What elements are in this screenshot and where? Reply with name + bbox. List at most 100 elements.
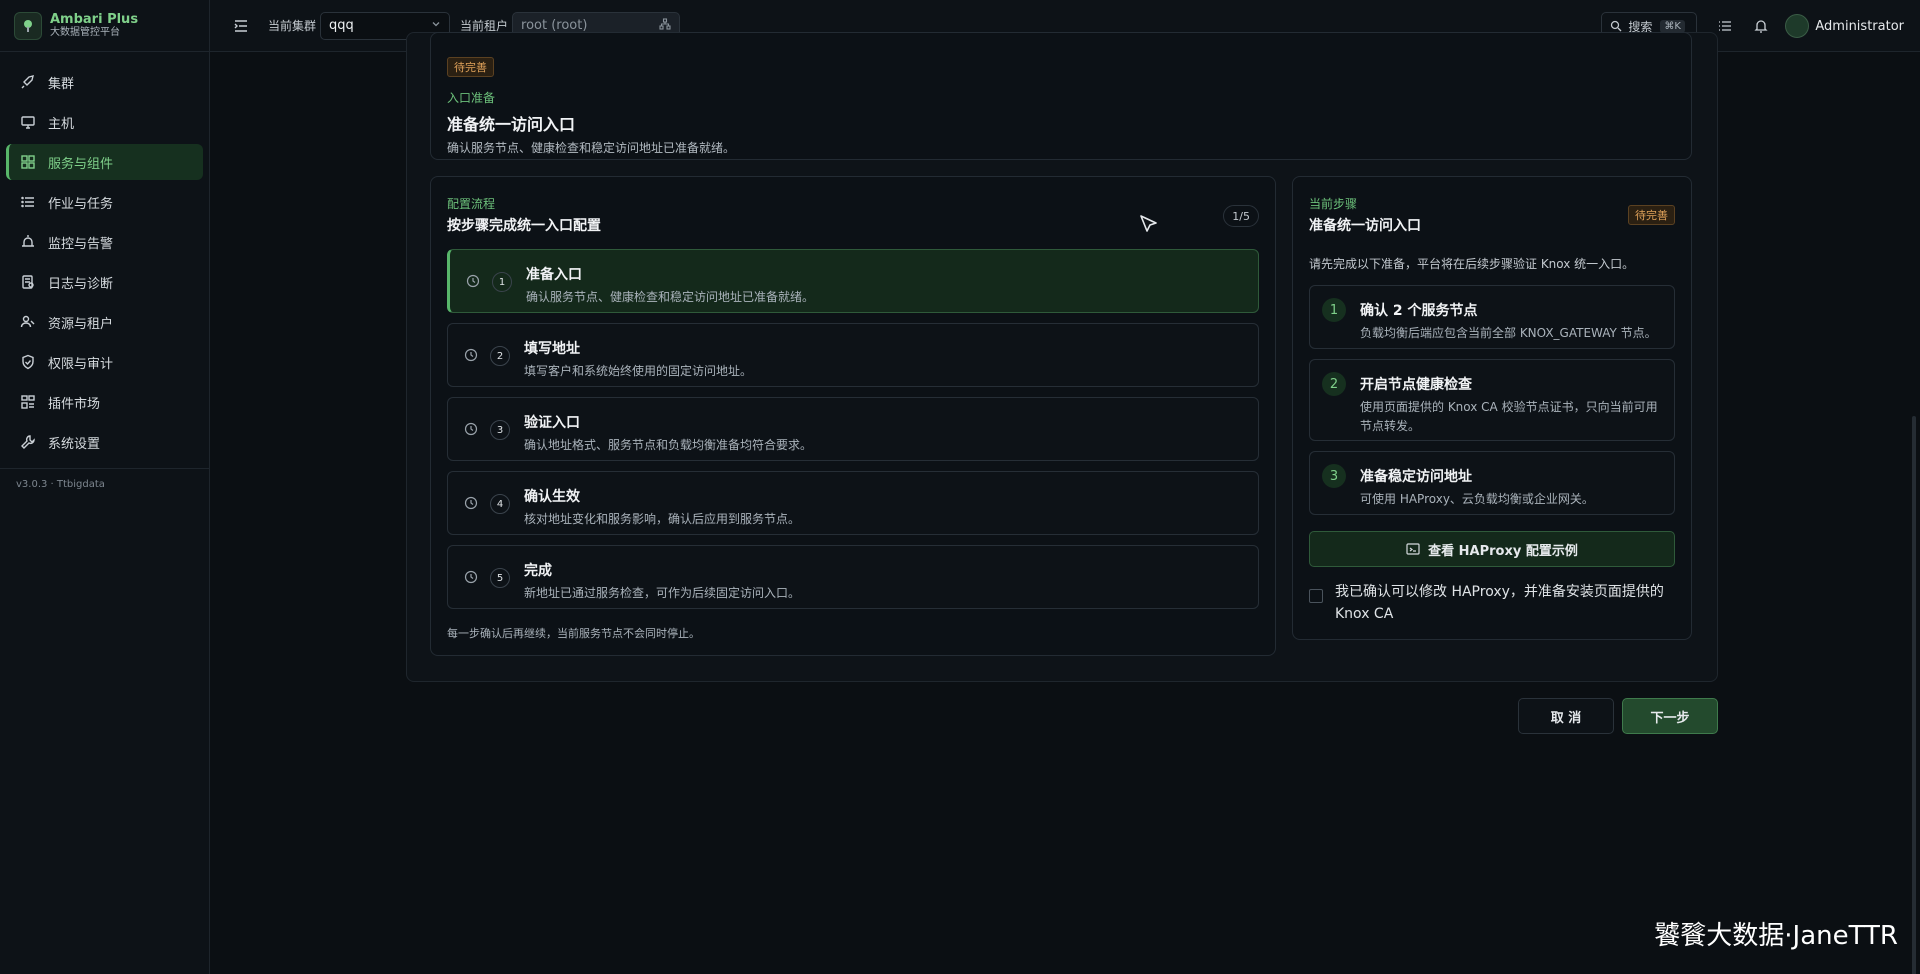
- requirement-title: 确认 2 个服务节点: [1360, 303, 1478, 319]
- step-number: 3: [490, 420, 510, 440]
- bell-icon[interactable]: [1753, 18, 1769, 34]
- list-icon: [20, 194, 36, 210]
- mouse-cursor-icon: [1138, 214, 1160, 236]
- brand-logo-icon: [14, 11, 42, 40]
- grid-icon: [20, 154, 36, 170]
- clock-icon: [466, 274, 480, 288]
- step-number: 5: [490, 568, 510, 588]
- step-title: 验证入口: [524, 415, 580, 431]
- sidebar-item-label: 系统设置: [48, 436, 101, 452]
- step-counter: 1/5: [1223, 205, 1259, 227]
- sidebar-item-settings[interactable]: 系统设置: [6, 424, 203, 460]
- cluster-select-value: qqq: [329, 18, 354, 33]
- flow-step-2[interactable]: 2 填写地址 填写客户和系统始终使用的固定访问地址。: [447, 323, 1259, 387]
- next-button[interactable]: 下一步: [1622, 698, 1718, 734]
- sidebar-item-plugins[interactable]: 插件市场: [6, 384, 203, 420]
- requirement-number: 3: [1322, 464, 1346, 488]
- requirement-description: 可使用 HAProxy、云负载均衡或企业网关。: [1360, 492, 1594, 506]
- flow-title: 按步骤完成统一入口配置: [447, 218, 601, 234]
- sidebar: Ambari Plus 大数据管控平台 集群 主机 服务与组件 作业与任务 监控…: [0, 0, 210, 974]
- intro-description: 确认服务节点、健康检查和稳定访问地址已准备就绪。: [447, 141, 736, 155]
- step-number: 2: [490, 346, 510, 366]
- sidebar-item-cluster[interactable]: 集群: [6, 64, 203, 100]
- brand-subtitle: 大数据管控平台: [50, 27, 120, 38]
- requirement-item-2: 2 开启节点健康检查 使用页面提供的 Knox CA 校验节点证书，只向当前可用…: [1309, 359, 1675, 441]
- current-eyebrow: 当前步骤: [1309, 197, 1358, 211]
- current-title: 准备统一访问入口: [1309, 218, 1421, 234]
- clock-icon: [464, 570, 478, 584]
- step-title: 完成: [524, 563, 552, 579]
- requirement-item-3: 3 准备稳定访问地址 可使用 HAProxy、云负载均衡或企业网关。: [1309, 451, 1675, 515]
- sidebar-item-label: 监控与告警: [48, 236, 114, 252]
- confirm-label[interactable]: 我已确认可以修改 HAProxy，并准备安装页面提供的 Knox CA: [1335, 581, 1675, 625]
- plugin-icon: [20, 394, 36, 410]
- flow-step-1[interactable]: 1 准备入口 确认服务节点、健康检查和稳定访问地址已准备就绪。: [447, 249, 1259, 313]
- menu-toggle-icon[interactable]: [232, 17, 250, 35]
- intro-eyebrow: 入口准备: [447, 91, 496, 105]
- current-step-card: 当前步骤 准备统一访问入口 待完善 请先完成以下准备，平台将在后续步骤验证 Kn…: [1292, 176, 1692, 640]
- sidebar-item-host[interactable]: 主机: [6, 104, 203, 140]
- search-icon: [1610, 20, 1622, 32]
- sidebar-item-label: 权限与审计: [48, 356, 114, 372]
- clock-icon: [464, 422, 478, 436]
- task-list-icon[interactable]: [1717, 18, 1733, 34]
- step-description: 确认地址格式、服务节点和负载均衡准备均符合要求。: [524, 438, 813, 452]
- cancel-button[interactable]: 取 消: [1518, 698, 1614, 734]
- step-title: 填写地址: [524, 341, 580, 357]
- cluster-label: 当前集群: [268, 19, 317, 33]
- intro-card: 待完善 入口准备 准备统一访问入口 确认服务节点、健康检查和稳定访问地址已准备就…: [430, 32, 1692, 160]
- sidebar-nav: 集群 主机 服务与组件 作业与任务 监控与告警 日志与诊断 资源与租户 权限与审…: [0, 52, 209, 460]
- monitor-icon: [20, 114, 36, 130]
- step-title: 确认生效: [524, 489, 580, 505]
- requirement-description: 负载均衡后端应包含当前全部 KNOX_GATEWAY 节点。: [1360, 326, 1657, 340]
- avatar[interactable]: [1785, 14, 1810, 38]
- shield-icon: [20, 354, 36, 370]
- log-icon: [20, 274, 36, 290]
- sidebar-item-label: 日志与诊断: [48, 276, 114, 292]
- terminal-icon: [1406, 542, 1420, 556]
- watermark: 饕餮大数据·JaneTTR: [1654, 921, 1898, 951]
- sidebar-item-label: 主机: [48, 116, 75, 132]
- step-description: 新地址已通过服务检查，可作为后续固定访问入口。: [524, 586, 801, 600]
- sidebar-item-label: 作业与任务: [48, 196, 114, 212]
- status-badge: 待完善: [447, 57, 494, 77]
- sidebar-item-permissions[interactable]: 权限与审计: [6, 344, 203, 380]
- sidebar-item-label: 资源与租户: [48, 316, 114, 332]
- status-badge: 待完善: [1628, 205, 1675, 225]
- step-number: 1: [492, 272, 512, 292]
- app-version: v3.0.3 · Ttbigdata: [16, 479, 105, 490]
- sidebar-item-label: 插件市场: [48, 396, 101, 412]
- flow-eyebrow: 配置流程: [447, 197, 496, 211]
- requirement-title: 开启节点健康检查: [1360, 377, 1472, 393]
- step-title: 准备入口: [526, 267, 582, 283]
- step-description: 填写客户和系统始终使用的固定访问地址。: [524, 364, 753, 378]
- user-name[interactable]: Administrator: [1815, 19, 1904, 34]
- clock-icon: [464, 348, 478, 362]
- sidebar-item-monitoring[interactable]: 监控与告警: [6, 224, 203, 260]
- requirement-title: 准备稳定访问地址: [1360, 469, 1472, 485]
- sidebar-item-services[interactable]: 服务与组件: [6, 144, 203, 180]
- requirement-item-1: 1 确认 2 个服务节点 负载均衡后端应包含当前全部 KNOX_GATEWAY …: [1309, 285, 1675, 349]
- main-content: 待完善 入口准备 准备统一访问入口 确认服务节点、健康检查和稳定访问地址已准备就…: [210, 32, 1920, 974]
- flow-step-4[interactable]: 4 确认生效 核对地址变化和服务影响，确认后应用到服务节点。: [447, 471, 1259, 535]
- requirement-description: 使用页面提供的 Knox CA 校验节点证书，只向当前可用节点转发。: [1360, 400, 1658, 433]
- intro-title: 准备统一访问入口: [447, 115, 576, 134]
- sidebar-item-label: 集群: [48, 76, 75, 92]
- rocket-icon: [20, 74, 36, 90]
- confirm-row: 我已确认可以修改 HAProxy，并准备安装页面提供的 Knox CA: [1309, 581, 1675, 625]
- sidebar-item-resources[interactable]: 资源与租户: [6, 304, 203, 340]
- flow-step-5[interactable]: 5 完成 新地址已通过服务检查，可作为后续固定访问入口。: [447, 545, 1259, 609]
- view-haproxy-example-label: 查看 HAProxy 配置示例: [1428, 543, 1578, 559]
- view-haproxy-example-button[interactable]: 查看 HAProxy 配置示例: [1309, 531, 1675, 567]
- sidebar-item-jobs[interactable]: 作业与任务: [6, 184, 203, 220]
- users-icon: [20, 314, 36, 330]
- scrollbar[interactable]: [1912, 416, 1916, 974]
- confirm-checkbox[interactable]: [1309, 589, 1323, 603]
- brand[interactable]: Ambari Plus 大数据管控平台: [0, 0, 209, 52]
- sidebar-item-logs[interactable]: 日志与诊断: [6, 264, 203, 300]
- flow-step-3[interactable]: 3 验证入口 确认地址格式、服务节点和负载均衡准备均符合要求。: [447, 397, 1259, 461]
- tenant-field-value: root (root): [521, 18, 588, 33]
- brand-name: Ambari Plus: [50, 12, 139, 27]
- wrench-icon: [20, 434, 36, 450]
- requirement-number: 2: [1322, 372, 1346, 396]
